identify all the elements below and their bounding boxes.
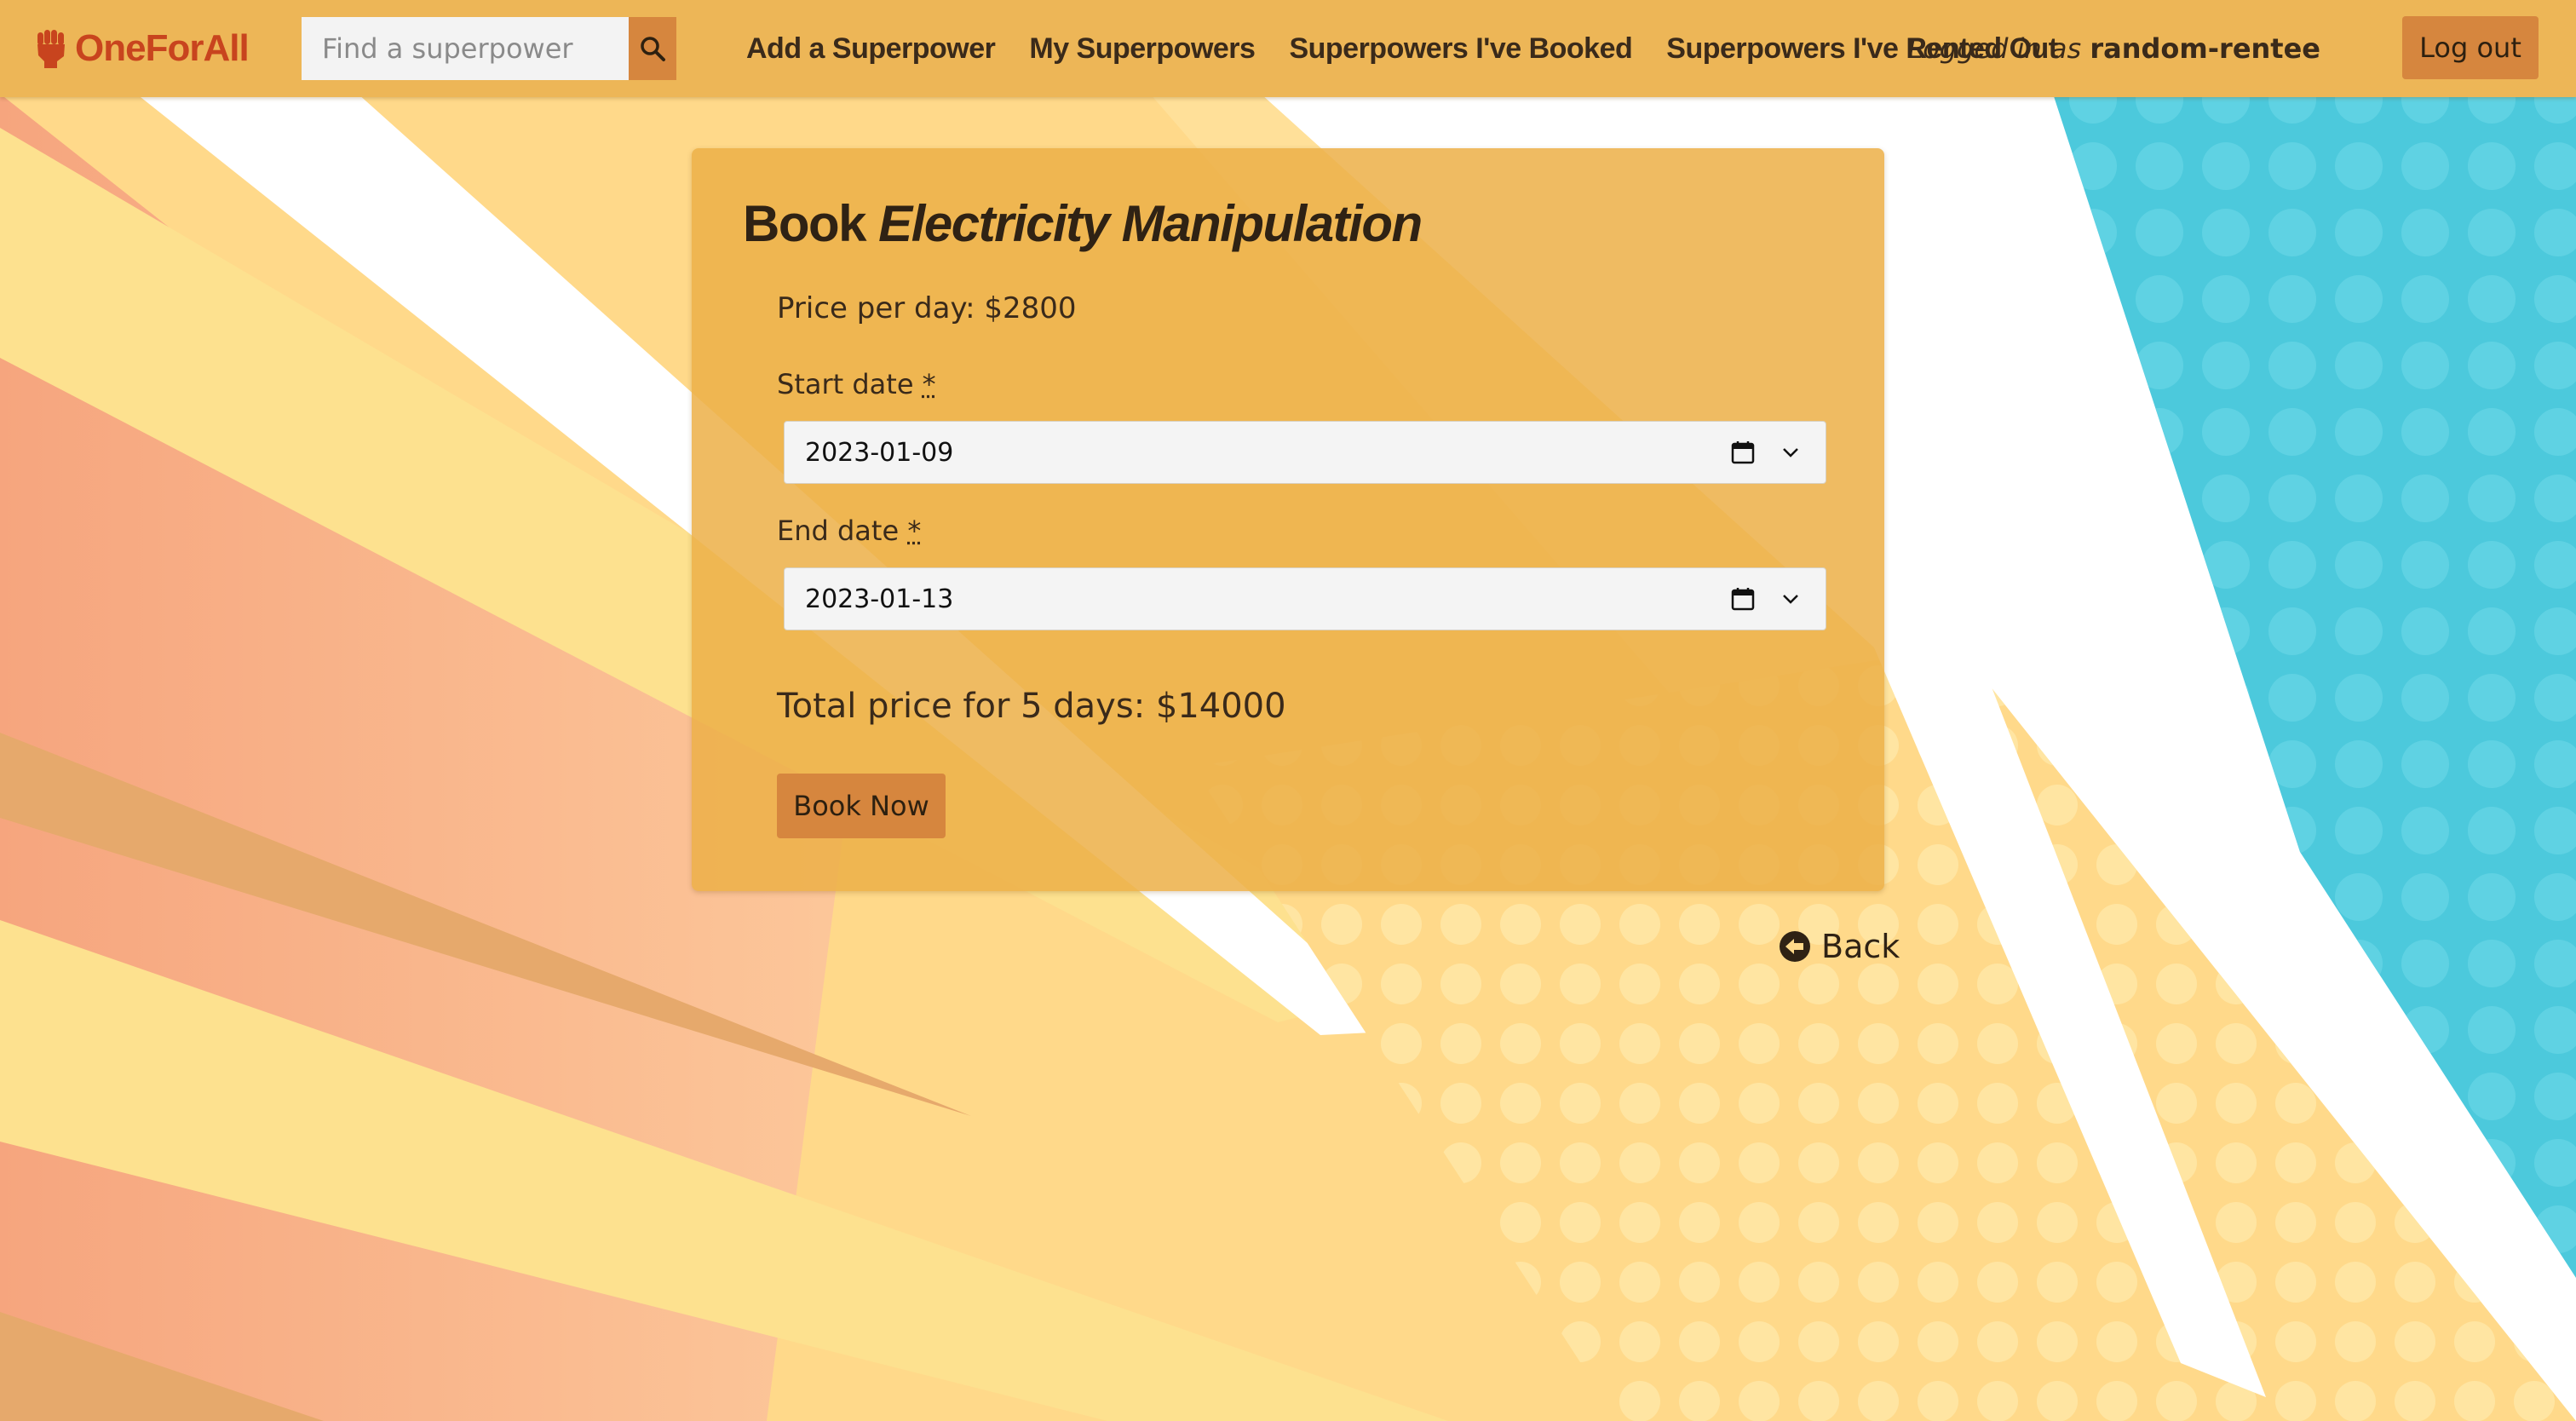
total-price: Total price for 5 days: $14000 [777, 687, 1286, 726]
chevron-down-icon[interactable] [1780, 441, 1802, 463]
start-date-value: 2023-01-09 [805, 437, 954, 468]
title-prefix: Book [743, 195, 867, 252]
logged-in-prefix: Logged in as [1907, 32, 2082, 65]
price-per-day: Price per day: $2800 [777, 291, 1077, 325]
nav-add-superpower[interactable]: Add a Superpower [746, 24, 996, 73]
back-link[interactable]: Back [1779, 925, 1900, 968]
page-title: Book Electricity Manipulation [743, 194, 1423, 253]
power-name: Electricity Manipulation [878, 195, 1423, 252]
arrow-circle-left-icon [1780, 931, 1810, 962]
logged-in-status: Logged in as random-rentee [1907, 24, 2320, 73]
chevron-down-icon[interactable] [1780, 588, 1802, 610]
nav-links: Add a Superpower My Superpowers Superpow… [746, 24, 2058, 73]
search-icon [641, 37, 665, 61]
brand-logo[interactable]: OneForAll [34, 20, 250, 77]
end-date-value: 2023-01-13 [805, 584, 954, 614]
booking-card: Book Electricity Manipulation Price per … [692, 148, 1884, 891]
top-navbar: OneForAll Add a Superpower My Superpower… [0, 0, 2576, 97]
search-input[interactable] [302, 17, 629, 80]
end-date-label: End date * [777, 515, 921, 547]
end-date-label-text: End date [777, 515, 900, 547]
start-date-label: Start date * [777, 368, 936, 400]
required-mark: * [922, 368, 936, 400]
back-label: Back [1821, 928, 1900, 965]
username: random-rentee [2090, 32, 2320, 65]
nav-superpowers-booked[interactable]: Superpowers I've Booked [1289, 24, 1632, 73]
book-now-button[interactable]: Book Now [777, 774, 946, 838]
nav-my-superpowers[interactable]: My Superpowers [1029, 24, 1256, 73]
fist-icon [37, 30, 65, 68]
search-form [302, 17, 676, 80]
start-date-label-text: Start date [777, 368, 914, 400]
calendar-icon[interactable] [1730, 586, 1756, 612]
end-date-input[interactable]: 2023-01-13 [784, 567, 1826, 630]
calendar-icon[interactable] [1730, 440, 1756, 465]
required-mark: * [907, 515, 922, 547]
search-button[interactable] [629, 17, 676, 80]
start-date-input[interactable]: 2023-01-09 [784, 421, 1826, 484]
logout-button[interactable]: Log out [2402, 16, 2539, 79]
brand-name: OneForAll [75, 27, 250, 69]
